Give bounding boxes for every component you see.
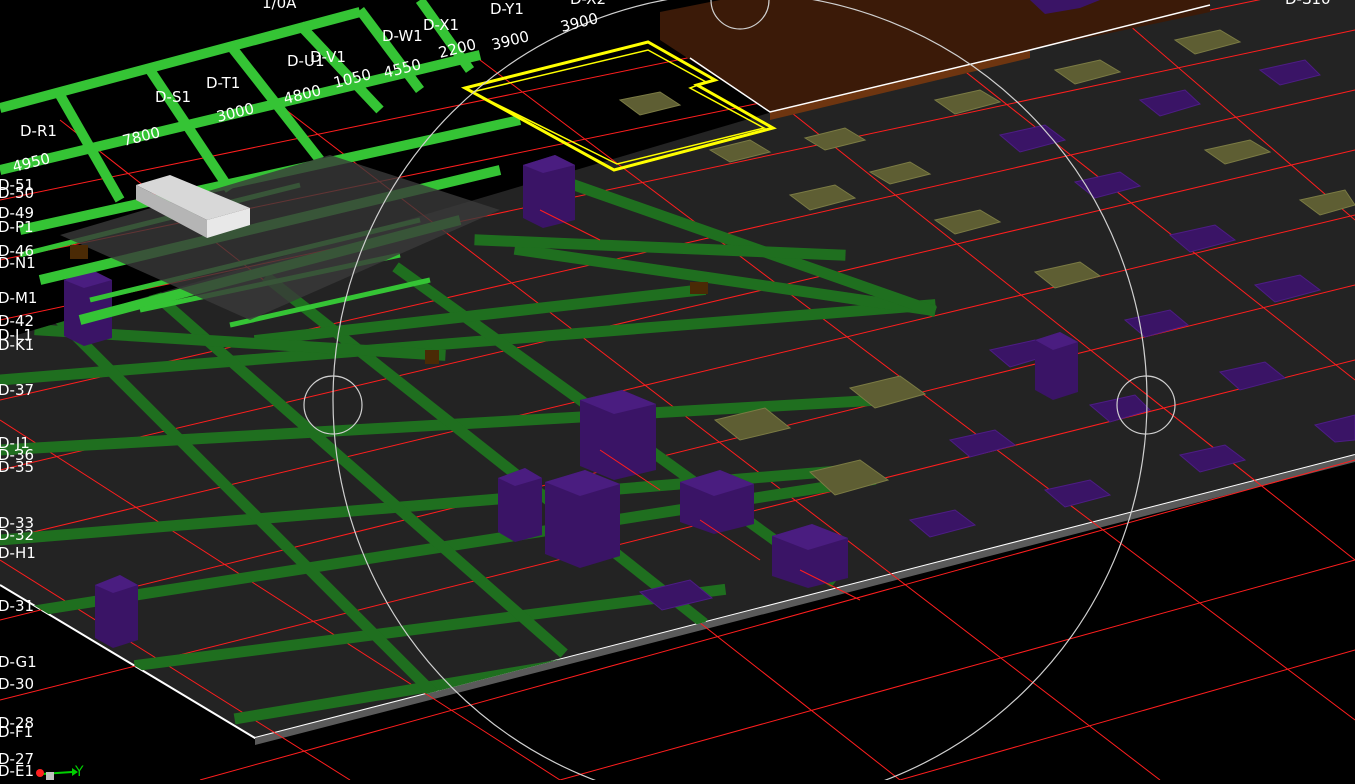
column — [523, 155, 575, 228]
column — [95, 575, 138, 648]
grid-label: D-37 — [0, 381, 34, 399]
grid-label: 3000 — [215, 99, 256, 126]
grid-label: D-35 — [0, 458, 34, 476]
y-axis-label: Y — [74, 764, 84, 780]
column — [498, 468, 542, 542]
grid-label: 4800 — [282, 81, 323, 108]
column — [680, 470, 754, 534]
column — [772, 524, 848, 588]
grid-label: D-G1 — [0, 653, 37, 671]
grid-label: 4950 — [11, 149, 52, 176]
grid-label: D-S1 — [155, 88, 191, 106]
grid-label: 7800 — [121, 123, 162, 150]
column — [1035, 332, 1078, 400]
grid-label: D-T1 — [206, 74, 240, 92]
column — [64, 270, 112, 346]
grid-label: D-F1 — [0, 723, 33, 741]
grid-label: 1/0A — [262, 0, 297, 12]
grid-label: D-H1 — [0, 544, 36, 562]
grid-label: D-X2 — [570, 0, 606, 8]
grid-label: D-M1 — [0, 289, 37, 307]
grid-label: D-K1 — [0, 336, 34, 354]
grid-label: D-30 — [0, 675, 34, 693]
grid-label: D-S10 — [1285, 0, 1331, 8]
grid-label: D-R1 — [20, 122, 57, 140]
grid-label: D-N1 — [0, 254, 36, 272]
grid-label: D-W1 — [382, 27, 423, 45]
grid-label: D-Y1 — [490, 0, 524, 18]
grid-label: 3900 — [559, 9, 600, 36]
grid-label: D-50 — [0, 184, 34, 202]
axis-indicator: Y — [36, 764, 84, 780]
grid-label: D-E1 — [0, 762, 34, 780]
3d-model-viewport[interactable]: 1/0A D-X1 D-Y1 D-X2 D-U1 D-V1 D-W1 2200 … — [0, 0, 1355, 784]
grid-label: D-X1 — [423, 16, 459, 34]
grid-label: D-31 — [0, 597, 34, 615]
column — [580, 390, 656, 480]
grid-label: D-V1 — [310, 48, 346, 66]
grid-label: D-32 — [0, 526, 34, 544]
grid-label: 3900 — [490, 27, 531, 54]
column — [545, 470, 620, 568]
grid-label: D-P1 — [0, 218, 34, 236]
model-canvas[interactable]: 1/0A D-X1 D-Y1 D-X2 D-U1 D-V1 D-W1 2200 … — [0, 0, 1355, 784]
